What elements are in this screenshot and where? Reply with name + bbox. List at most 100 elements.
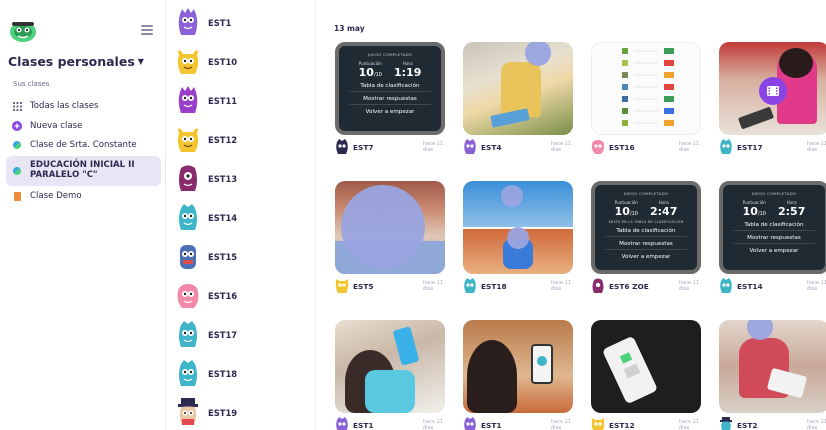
story-card[interactable]: JUEGO COMPLETADO Puntuación 10/10 Hora 2:5…	[719, 181, 826, 294]
sidebar-item-all-classes[interactable]: Todas las clases	[6, 98, 161, 114]
sidebar: Clases personales ▼ Sus clases Todas las …	[0, 0, 166, 430]
student-name: EST16	[609, 142, 635, 152]
monster-avatar-icon	[177, 50, 199, 74]
time-value: 2:47	[649, 205, 678, 218]
story-photo[interactable]	[335, 181, 445, 274]
monster-avatar-icon	[336, 417, 348, 430]
game-header: JUEGO COMPLETADO	[751, 191, 797, 196]
story-card[interactable]: JUEGO COMPLETADO Puntuación 10/10 Hora 1:1…	[335, 42, 445, 155]
sidebar-item-new-class[interactable]: Nueva clase	[6, 118, 161, 134]
monster-avatar-icon	[591, 418, 605, 430]
sidebar-item-label: Nueva clase	[30, 121, 83, 131]
student-name: EST1	[208, 18, 232, 28]
student-item[interactable]: EST19	[176, 396, 237, 430]
student-item[interactable]: EST13	[176, 162, 237, 196]
story-card[interactable]: EST4 hace 11 días	[463, 42, 573, 155]
sidebar-item-clase-demo[interactable]: Clase Demo	[6, 188, 161, 204]
restart-button: Volver a empezar	[749, 248, 799, 254]
student-item[interactable]: EST17	[176, 318, 237, 352]
monster-avatar-icon	[336, 139, 348, 154]
timestamp: hace 11 días	[423, 140, 444, 153]
sidebar-item-educacion-inicial[interactable]: EDUCACIÓN INICIAL II PARALELO "C"	[6, 156, 161, 186]
student-name: EST7	[353, 142, 374, 152]
monster-avatar-icon	[591, 140, 605, 154]
story-card[interactable]: EST18 hace 11 días	[463, 181, 573, 294]
story-photo[interactable]	[591, 320, 701, 413]
game-complete-screenshot[interactable]: JUEGO COMPLETADO Puntuación 10/10 Hora 2:5…	[719, 181, 826, 274]
score-total: /10	[373, 72, 382, 78]
worksheet-photo[interactable]	[591, 42, 701, 135]
monster-avatar-icon	[177, 284, 199, 308]
student-name: EST2	[737, 420, 758, 430]
student-item[interactable]: EST18	[176, 357, 237, 391]
timestamp: hace 11 días	[807, 279, 826, 292]
section-label: Sus clases	[13, 80, 50, 88]
story-card[interactable]: EST12 hace 11 días	[591, 320, 701, 430]
student-name: EST14	[737, 281, 763, 291]
classdojo-logo[interactable]	[8, 16, 38, 44]
monster-avatar-icon	[464, 139, 476, 154]
score-total: /10	[757, 211, 766, 217]
show-answers-button: Mostrar respuestas	[619, 241, 673, 247]
show-answers-button: Mostrar respuestas	[747, 235, 801, 241]
monster-avatar-icon	[720, 139, 732, 154]
timestamp: hace 11 días	[551, 140, 572, 153]
student-name: EST11	[208, 96, 238, 106]
grid-icon	[12, 101, 22, 111]
student-item[interactable]: EST16	[176, 279, 237, 313]
student-item[interactable]: EST10	[176, 45, 237, 79]
game-complete-screenshot[interactable]: JUEGO COMPLETADO Puntuación 10/10 Hora 2:4…	[591, 181, 701, 274]
monster-avatar-icon	[464, 417, 476, 430]
score-value: 10	[614, 205, 630, 218]
student-name: EST18	[481, 281, 507, 291]
student-item[interactable]: EST1	[176, 6, 231, 40]
monster-avatar-icon	[178, 8, 198, 35]
sidebar-item-label: Todas las clases	[30, 101, 99, 111]
student-item[interactable]: EST12	[176, 123, 237, 157]
student-name: EST19	[208, 408, 238, 418]
menu-icon[interactable]	[141, 25, 153, 35]
timestamp: hace 11 días	[679, 418, 700, 430]
student-name: EST18	[208, 369, 238, 379]
story-card[interactable]: EST16 hace 11 días	[591, 42, 701, 155]
sidebar-item-label: EDUCACIÓN INICIAL II PARALELO "C"	[30, 160, 135, 180]
student-name: EST6 ZOE	[609, 281, 649, 291]
student-name: EST17	[737, 142, 763, 152]
student-item[interactable]: EST15	[176, 240, 237, 274]
sidebar-item-srta-constante[interactable]: Clase de Srta. Constante	[6, 137, 161, 153]
monster-avatar-icon	[179, 321, 197, 347]
timestamp: hace 11 días	[423, 279, 444, 292]
story-photo[interactable]	[719, 320, 826, 413]
story-card[interactable]: EST17 hace 11 días	[719, 42, 826, 155]
student-item[interactable]: EST14	[176, 201, 237, 235]
monster-avatar-icon	[335, 279, 349, 293]
sidebar-item-label: Clase Demo	[30, 191, 82, 201]
monster-avatar-icon	[720, 417, 732, 430]
story-photo[interactable]	[463, 42, 573, 135]
story-card[interactable]: EST1 hace 11 días	[463, 320, 573, 430]
student-name: EST5	[353, 281, 374, 291]
classes-dropdown[interactable]: Clases personales ▼	[8, 54, 144, 69]
timestamp: hace 11 días	[551, 279, 572, 292]
story-photo[interactable]	[335, 320, 445, 413]
student-item[interactable]: EST11	[176, 84, 237, 118]
story-card[interactable]: JUEGO COMPLETADO Puntuación 10/10 Hora 2:4…	[591, 181, 701, 294]
story-card[interactable]: EST2 hace 11 días	[719, 320, 826, 430]
game-header: JUEGO COMPLETADO	[623, 191, 669, 196]
restart-button: Volver a empezar	[621, 254, 671, 260]
restart-button: Volver a empezar	[365, 109, 415, 115]
story-video[interactable]	[719, 42, 826, 135]
story-card[interactable]: EST1 hace 11 días	[335, 320, 445, 430]
score-value: 10	[358, 66, 374, 79]
game-complete-screenshot[interactable]: JUEGO COMPLETADO Puntuación 10/10 Hora 1:1…	[335, 42, 445, 135]
student-name: EST1	[481, 420, 502, 430]
timestamp: hace 11 días	[679, 140, 700, 153]
monster-avatar-icon	[720, 278, 732, 293]
video-play-icon[interactable]	[759, 77, 787, 105]
student-name: EST15	[208, 252, 238, 262]
classes-header-label: Clases personales	[8, 54, 135, 69]
monster-avatar-icon	[464, 278, 476, 293]
story-photo[interactable]	[463, 181, 573, 274]
story-card[interactable]: EST5 hace 11 días	[335, 181, 445, 294]
story-photo[interactable]	[463, 320, 573, 413]
